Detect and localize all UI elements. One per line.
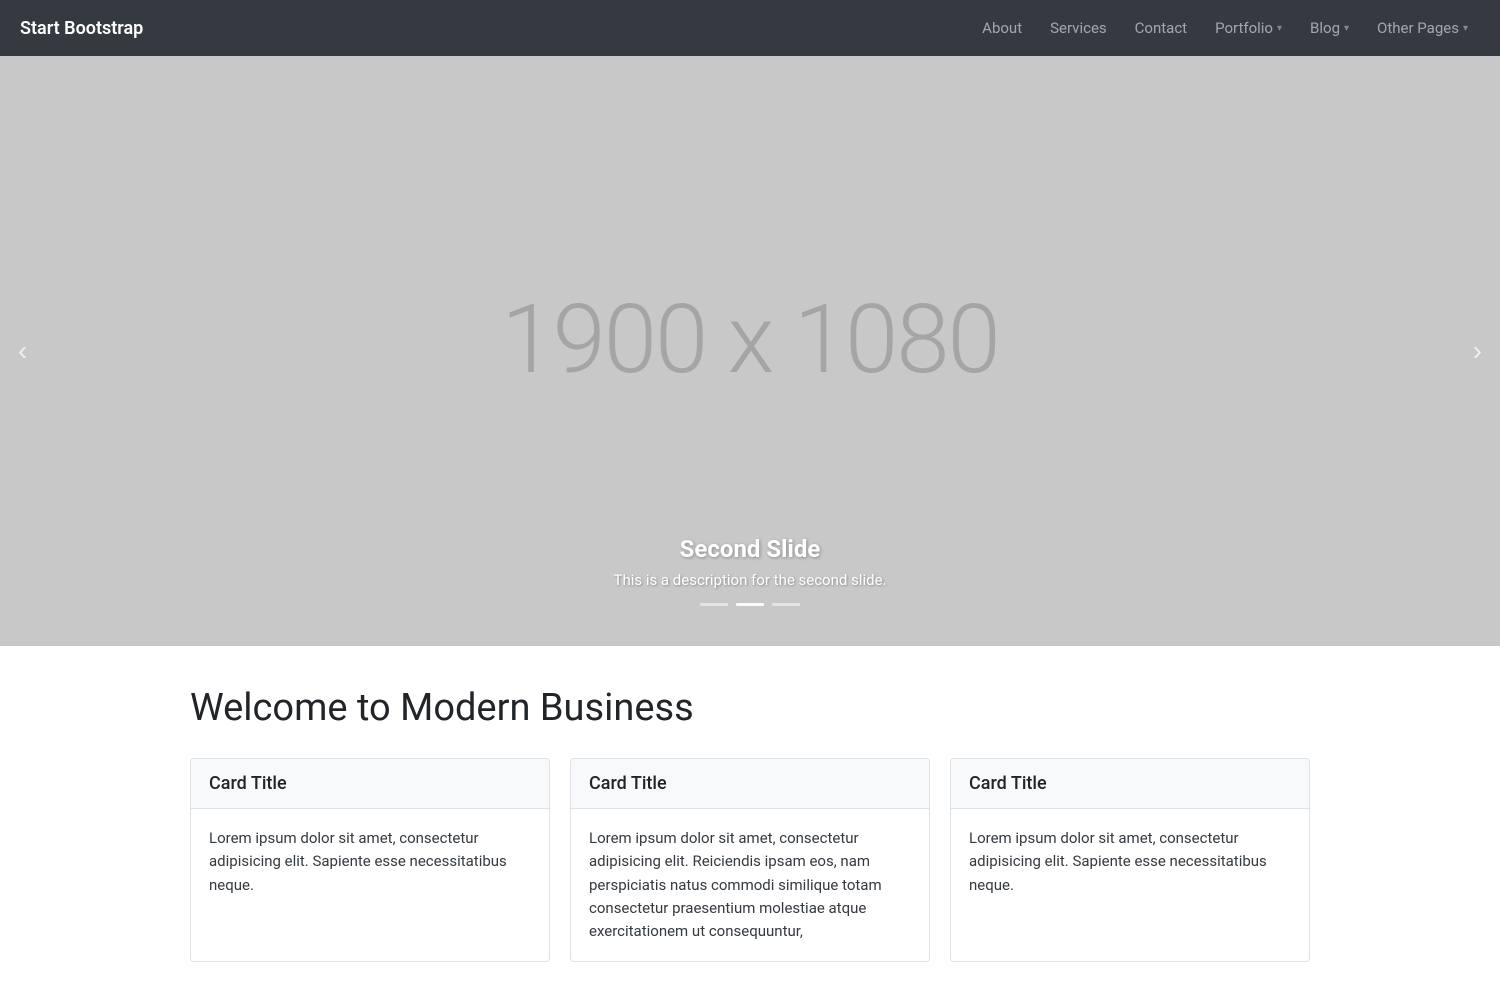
- nav-link-services[interactable]: Services: [1038, 11, 1119, 45]
- nav-item-contact: Contact: [1123, 11, 1199, 45]
- card-3: Card Title Lorem ipsum dolor sit amet, c…: [950, 758, 1310, 962]
- nav-item-services: Services: [1038, 11, 1119, 45]
- nav-link-blog[interactable]: Blog ▾: [1298, 11, 1361, 45]
- section-title: Welcome to Modern Business: [190, 686, 1310, 730]
- nav-link-about[interactable]: About: [970, 11, 1034, 45]
- card-1: Card Title Lorem ipsum dolor sit amet, c…: [190, 758, 550, 962]
- carousel-placeholder: 1900 x 1080: [501, 284, 999, 396]
- nav-item-blog: Blog ▾: [1298, 11, 1361, 45]
- nav-item-other: Other Pages ▾: [1365, 11, 1480, 45]
- navbar: Start Bootstrap About Services Contact P…: [0, 0, 1500, 56]
- card-1-body: Lorem ipsum dolor sit amet, consectetur …: [191, 809, 549, 915]
- nav-link-contact[interactable]: Contact: [1123, 11, 1199, 45]
- carousel: 1900 x 1080 ‹ › Second Slide This is a d…: [0, 56, 1500, 646]
- card-2-header: Card Title: [571, 759, 929, 809]
- carousel-prev-button[interactable]: ‹: [0, 325, 45, 377]
- nav-link-other[interactable]: Other Pages ▾: [1365, 11, 1480, 45]
- carousel-caption: Second Slide This is a description for t…: [614, 535, 887, 606]
- nav-item-about: About: [970, 11, 1034, 45]
- card-2: Card Title Lorem ipsum dolor sit amet, c…: [570, 758, 930, 962]
- cards-row: Card Title Lorem ipsum dolor sit amet, c…: [190, 758, 1310, 962]
- navbar-nav: About Services Contact Portfolio ▾ Blog …: [970, 11, 1480, 45]
- carousel-slide-description: This is a description for the second sli…: [614, 571, 887, 589]
- card-3-body: Lorem ipsum dolor sit amet, consectetur …: [951, 809, 1309, 915]
- main-content: Welcome to Modern Business Card Title Lo…: [170, 646, 1330, 982]
- card-1-header: Card Title: [191, 759, 549, 809]
- chevron-down-icon: ▾: [1463, 23, 1468, 34]
- nav-link-portfolio[interactable]: Portfolio ▾: [1203, 11, 1294, 45]
- carousel-next-button[interactable]: ›: [1455, 325, 1500, 377]
- nav-item-portfolio: Portfolio ▾: [1203, 11, 1294, 45]
- chevron-down-icon: ▾: [1344, 23, 1349, 34]
- navbar-brand[interactable]: Start Bootstrap: [20, 18, 143, 39]
- carousel-indicator-2[interactable]: [736, 603, 764, 606]
- card-2-body: Lorem ipsum dolor sit amet, consectetur …: [571, 809, 929, 961]
- carousel-indicators: [614, 603, 887, 606]
- carousel-indicator-3[interactable]: [772, 603, 800, 606]
- card-3-header: Card Title: [951, 759, 1309, 809]
- chevron-down-icon: ▾: [1277, 23, 1282, 34]
- carousel-slide-title: Second Slide: [614, 535, 887, 563]
- carousel-indicator-1[interactable]: [700, 603, 728, 606]
